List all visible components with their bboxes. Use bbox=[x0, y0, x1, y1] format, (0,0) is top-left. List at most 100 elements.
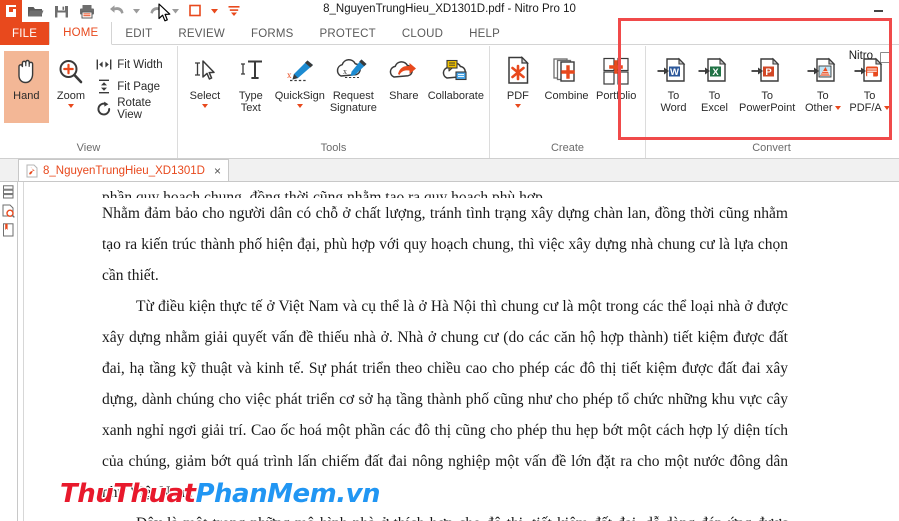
to-other-button[interactable]: To Other bbox=[799, 51, 846, 114]
document-tab[interactable]: 8_NguyenTrungHieu_XD1301D × bbox=[18, 159, 229, 181]
fit-page-icon bbox=[95, 78, 112, 95]
tab-protect[interactable]: PROTECT bbox=[307, 22, 389, 45]
close-icon[interactable]: × bbox=[214, 164, 221, 178]
tab-forms[interactable]: FORMS bbox=[238, 22, 307, 45]
document-tab-strip: 8_NguyenTrungHieu_XD1301D × bbox=[0, 159, 899, 182]
fit-page-button[interactable]: Fit Page bbox=[93, 77, 173, 96]
document-canvas[interactable]: phần quy hoạch chung, đồng thời cũng nhằ… bbox=[18, 182, 899, 521]
create-pdf-dropdown-caret-icon[interactable] bbox=[514, 104, 521, 108]
document-paragraph: Đây là một trong những mô hình nhà ở thí… bbox=[102, 508, 788, 521]
ribbon-group-create: PDF Combine Portfolio Create bbox=[490, 46, 646, 158]
hand-tool-button[interactable]: Hand bbox=[4, 51, 49, 123]
minimize-button[interactable] bbox=[871, 4, 885, 18]
share-cloud-icon bbox=[387, 54, 421, 88]
highlight-dropdown-icon[interactable] bbox=[208, 0, 221, 22]
to-other-label-line2: Other bbox=[805, 102, 833, 114]
main-area: phần quy hoạch chung, đồng thời cũng nhằ… bbox=[0, 182, 899, 521]
to-powerpoint-label-line2: PowerPoint bbox=[739, 102, 796, 114]
zoom-tool-button[interactable]: Zoom bbox=[49, 51, 94, 108]
pdf-page: phần quy hoạch chung, đồng thời cũng nhằ… bbox=[23, 182, 868, 521]
rotate-view-button[interactable]: Rotate View bbox=[93, 97, 173, 121]
undo-icon[interactable] bbox=[104, 0, 130, 22]
type-text-button[interactable]: Type Text bbox=[228, 51, 274, 114]
create-pdf-label: PDF bbox=[506, 90, 529, 102]
combine-label: Combine bbox=[544, 90, 589, 102]
to-word-label-line2: Word bbox=[660, 102, 687, 114]
print-icon[interactable] bbox=[74, 0, 100, 22]
fit-width-button[interactable]: Fit Width bbox=[93, 55, 173, 74]
pages-panel-icon[interactable] bbox=[1, 184, 17, 200]
fit-width-label: Fit Width bbox=[117, 58, 163, 71]
request-signature-label-line1: Request bbox=[332, 90, 374, 102]
tab-cloud[interactable]: CLOUD bbox=[389, 22, 456, 45]
nitro-logo-icon[interactable] bbox=[0, 0, 22, 22]
quick-access-toolbar: 8_NguyenTrungHieu_XD1301D.pdf - Nitro Pr… bbox=[0, 0, 899, 22]
to-pdfa-dropdown-caret-icon[interactable] bbox=[883, 106, 890, 110]
open-icon[interactable] bbox=[22, 0, 48, 22]
quicksign-button[interactable]: x QuickSign bbox=[274, 51, 326, 108]
type-text-label-line2: Text bbox=[240, 102, 261, 114]
navigation-pane-rail bbox=[0, 182, 18, 521]
hand-tool-label: Hand bbox=[13, 90, 40, 102]
tab-edit[interactable]: EDIT bbox=[112, 22, 165, 45]
tab-file[interactable]: FILE bbox=[0, 22, 50, 45]
watermark: ThuThuatPhanMem.vn bbox=[60, 479, 381, 509]
combine-button[interactable]: Combine bbox=[542, 51, 592, 102]
select-dropdown-caret-icon[interactable] bbox=[201, 104, 208, 108]
create-group-label: Create bbox=[550, 142, 585, 154]
to-word-button[interactable]: W To Word bbox=[653, 51, 694, 114]
quicksign-label: QuickSign bbox=[274, 90, 325, 102]
type-text-label-line1: Type bbox=[238, 90, 263, 102]
undo-dropdown-icon[interactable] bbox=[130, 0, 143, 22]
convert-group-label: Convert bbox=[752, 142, 791, 154]
to-powerpoint-label-line1: To bbox=[761, 90, 773, 102]
svg-text:P: P bbox=[765, 67, 772, 78]
save-icon[interactable] bbox=[48, 0, 74, 22]
request-signature-icon: x bbox=[335, 54, 371, 88]
collaborate-label: Collaborate bbox=[427, 90, 484, 102]
ribbon-tab-bar: FILE HOME EDIT REVIEW FORMS PROTECT CLOU… bbox=[0, 22, 899, 45]
portfolio-icon bbox=[600, 54, 632, 88]
share-button[interactable]: Share bbox=[381, 51, 427, 102]
to-excel-label-line1: To bbox=[708, 90, 721, 102]
highlight-icon[interactable] bbox=[182, 0, 208, 22]
collaborate-button[interactable]: Collaborate bbox=[427, 51, 485, 102]
to-powerpoint-button[interactable]: P To PowerPoint bbox=[735, 51, 799, 114]
quicksign-pen-icon: x bbox=[284, 54, 316, 88]
watermark-part1: ThuThuat bbox=[60, 479, 196, 509]
request-signature-button[interactable]: x Request Signature bbox=[326, 51, 381, 114]
to-pdfa-label-line1: To bbox=[863, 90, 876, 102]
to-other-dropdown-caret-icon[interactable] bbox=[834, 106, 841, 110]
pdf-file-icon bbox=[26, 164, 38, 177]
to-pdfa-button[interactable]: To PDF/A bbox=[846, 51, 893, 114]
ribbon: Nitro Hand Zoom Fit Width Fit Page Rotat… bbox=[0, 45, 899, 159]
view-group-label: View bbox=[76, 142, 101, 154]
create-pdf-icon bbox=[504, 54, 532, 88]
combine-icon bbox=[551, 54, 583, 88]
svg-text:W: W bbox=[671, 67, 680, 78]
select-tool-label: Select bbox=[189, 90, 221, 102]
select-tool-button[interactable]: Select bbox=[182, 51, 228, 108]
svg-text:X: X bbox=[713, 67, 720, 78]
redo-icon[interactable] bbox=[143, 0, 169, 22]
zoom-dropdown-caret-icon[interactable] bbox=[67, 104, 74, 108]
ribbon-group-convert: W To Word X To Excel P To PowerPoint To … bbox=[646, 46, 897, 158]
redo-dropdown-icon[interactable] bbox=[169, 0, 182, 22]
to-excel-button[interactable]: X To Excel bbox=[694, 51, 735, 114]
svg-text:x: x bbox=[343, 67, 347, 76]
tab-home[interactable]: HOME bbox=[49, 22, 113, 45]
comments-panel-icon[interactable] bbox=[1, 203, 17, 219]
customize-qat-icon[interactable] bbox=[221, 0, 247, 22]
fit-page-label: Fit Page bbox=[117, 80, 161, 93]
zoom-tool-label: Zoom bbox=[56, 90, 85, 102]
tab-review[interactable]: REVIEW bbox=[165, 22, 238, 45]
bookmarks-panel-icon[interactable] bbox=[1, 222, 17, 238]
quicksign-dropdown-caret-icon[interactable] bbox=[296, 104, 303, 108]
to-excel-icon: X bbox=[697, 54, 731, 88]
tab-help[interactable]: HELP bbox=[456, 22, 513, 45]
to-excel-label-line2: Excel bbox=[701, 102, 728, 114]
nitro-pro-window: 8_NguyenTrungHieu_XD1301D.pdf - Nitro Pr… bbox=[0, 0, 899, 521]
ribbon-group-view: Hand Zoom Fit Width Fit Page Rotate View… bbox=[0, 46, 178, 158]
portfolio-button[interactable]: Portfolio bbox=[591, 51, 641, 102]
create-pdf-button[interactable]: PDF bbox=[494, 51, 542, 108]
